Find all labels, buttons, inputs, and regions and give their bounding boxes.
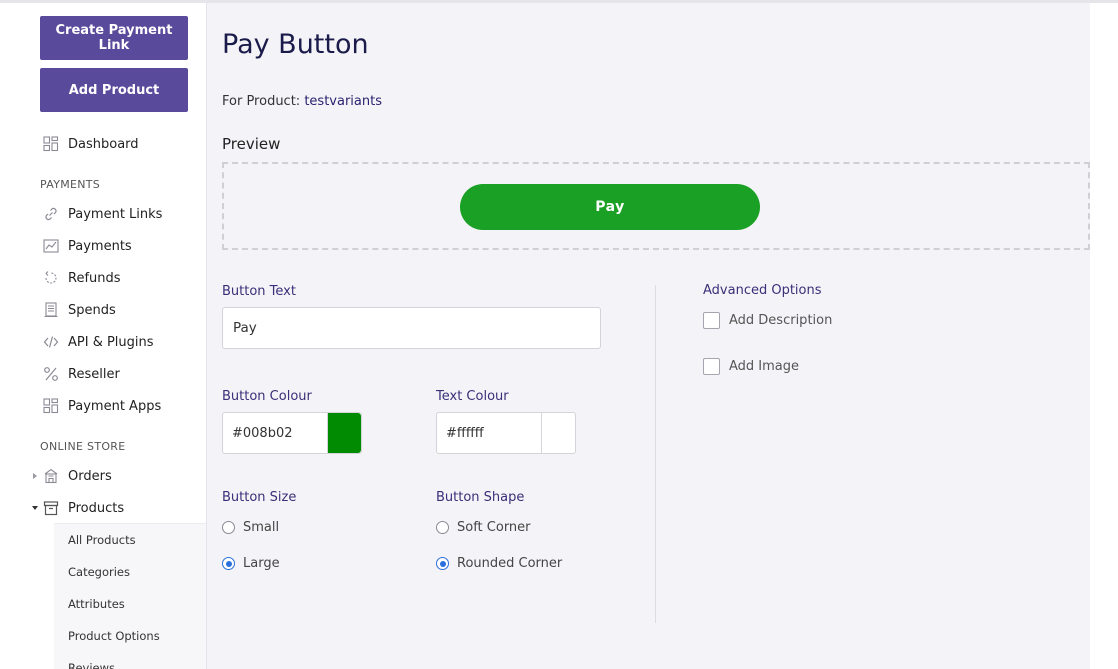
- add-image-option[interactable]: Add Image: [703, 358, 799, 375]
- link-icon: [42, 205, 60, 223]
- sidebar-item-refunds[interactable]: Refunds: [42, 267, 121, 289]
- right-gutter: [1090, 3, 1118, 669]
- button-size-label: Button Size: [222, 490, 297, 505]
- sidebar-item-label: Spends: [68, 302, 116, 318]
- store-icon: [42, 467, 60, 485]
- receipt-icon: [42, 301, 60, 319]
- radio-soft-corner[interactable]: [436, 521, 449, 534]
- pay-button-preview[interactable]: Pay: [460, 184, 760, 230]
- sidebar: Create Payment Link Add Product Dashboar…: [24, 3, 206, 669]
- sidebar-item-api-plugins[interactable]: API & Plugins: [42, 331, 154, 353]
- column-divider: [655, 285, 656, 623]
- sidebar-item-payment-apps[interactable]: Payment Apps: [42, 395, 161, 417]
- radio-label: Large: [243, 556, 280, 571]
- radio-label: Soft Corner: [457, 520, 531, 535]
- size-option-small[interactable]: Small: [222, 520, 279, 535]
- page-title: Pay Button: [222, 29, 369, 60]
- section-label-online-store: ONLINE STORE: [40, 440, 126, 453]
- sidebar-item-orders[interactable]: Orders: [42, 465, 112, 487]
- sidebar-item-payments[interactable]: Payments: [42, 235, 132, 257]
- for-product-label: For Product:: [222, 94, 301, 109]
- code-icon: [42, 333, 60, 351]
- sidebar-item-spends[interactable]: Spends: [42, 299, 116, 321]
- add-product-button[interactable]: Add Product: [40, 68, 188, 112]
- apps-icon: [42, 397, 60, 415]
- main-content: Pay Button For Product: testvariants Pre…: [207, 3, 1090, 669]
- radio-rounded-corner[interactable]: [436, 557, 449, 570]
- create-payment-link-button[interactable]: Create Payment Link: [40, 16, 188, 60]
- sidebar-item-label: Orders: [68, 468, 112, 484]
- preview-box: Pay: [222, 162, 1090, 250]
- sidebar-item-label: Dashboard: [68, 136, 139, 152]
- percent-icon: [42, 365, 60, 383]
- button-text-label: Button Text: [222, 284, 296, 299]
- sidebar-item-products[interactable]: Products: [42, 497, 124, 519]
- radio-label: Rounded Corner: [457, 556, 563, 571]
- text-colour-swatch[interactable]: [541, 413, 575, 453]
- text-colour-label: Text Colour: [436, 389, 509, 404]
- radio-label: Small: [243, 520, 280, 535]
- caret-down-icon[interactable]: [31, 504, 39, 512]
- sidebar-item-label: Reseller: [68, 366, 120, 382]
- shape-option-soft-corner[interactable]: Soft Corner: [436, 520, 531, 535]
- add-description-checkbox[interactable]: [703, 312, 720, 329]
- shape-option-rounded-corner[interactable]: Rounded Corner: [436, 556, 562, 571]
- section-label-payments: PAYMENTS: [40, 178, 101, 191]
- checkbox-label: Add Image: [729, 359, 800, 374]
- button-text-input[interactable]: [222, 307, 601, 349]
- sidebar-item-label: Payment Links: [68, 206, 163, 222]
- text-colour-picker: [436, 412, 576, 454]
- caret-right-icon[interactable]: [31, 472, 39, 480]
- button-colour-swatch[interactable]: [327, 413, 361, 453]
- button-colour-input[interactable]: [223, 413, 327, 453]
- products-submenu: All Products Categories Attributes Produ…: [54, 523, 206, 669]
- text-colour-input[interactable]: [437, 413, 541, 453]
- radio-small[interactable]: [222, 521, 235, 534]
- sidebar-item-label: Refunds: [68, 270, 121, 286]
- submenu-item-reviews[interactable]: Reviews: [68, 661, 115, 669]
- preview-label: Preview: [222, 135, 281, 153]
- sidebar-item-dashboard[interactable]: Dashboard: [42, 133, 139, 155]
- radio-large[interactable]: [222, 557, 235, 570]
- refund-icon: [42, 269, 60, 287]
- submenu-item-all-products[interactable]: All Products: [68, 533, 136, 547]
- sidebar-item-label: Payments: [68, 238, 132, 254]
- submenu-item-product-options[interactable]: Product Options: [68, 629, 160, 643]
- submenu-item-categories[interactable]: Categories: [68, 565, 130, 579]
- advanced-options-label: Advanced Options: [703, 283, 822, 298]
- sidebar-item-payment-links[interactable]: Payment Links: [42, 203, 162, 225]
- add-image-checkbox[interactable]: [703, 358, 720, 375]
- submenu-item-attributes[interactable]: Attributes: [68, 597, 125, 611]
- for-product-line: For Product: testvariants: [222, 94, 382, 109]
- button-colour-label: Button Colour: [222, 389, 312, 404]
- sidebar-item-label: Payment Apps: [68, 398, 162, 414]
- sidebar-item-label: Products: [68, 500, 125, 516]
- sidebar-item-label: API & Plugins: [68, 334, 154, 350]
- chart-icon: [42, 237, 60, 255]
- sidebar-item-reseller[interactable]: Reseller: [42, 363, 120, 385]
- size-option-large[interactable]: Large: [222, 556, 280, 571]
- checkbox-label: Add Description: [729, 313, 833, 328]
- button-colour-picker: [222, 412, 362, 454]
- grid-icon: [42, 135, 60, 153]
- box-icon: [42, 499, 60, 517]
- add-description-option[interactable]: Add Description: [703, 312, 832, 329]
- product-name: testvariants: [304, 94, 382, 109]
- button-shape-label: Button Shape: [436, 490, 525, 505]
